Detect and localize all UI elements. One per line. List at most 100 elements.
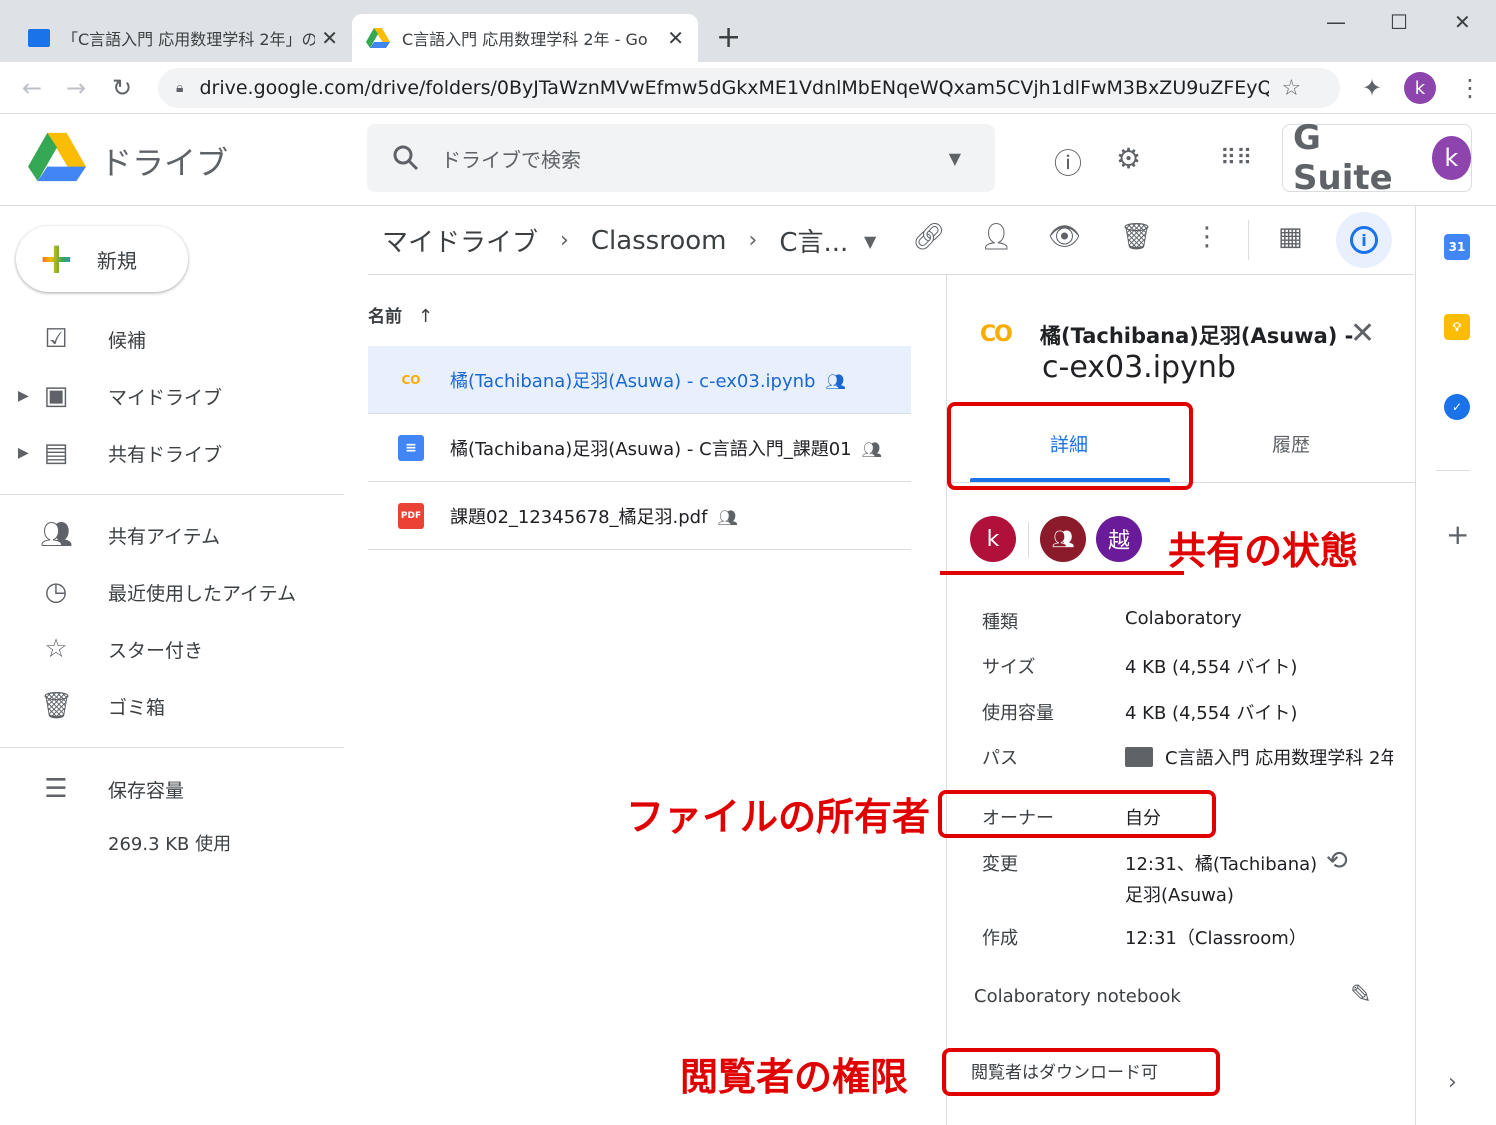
help-icon[interactable]: ⓘ <box>1054 142 1082 182</box>
sidebar-item-suggested[interactable]: ☑ 候補 <box>0 314 344 364</box>
url-field[interactable]: 🔒︎ drive.google.com/drive/folders/0ByJTa… <box>158 68 1340 108</box>
sidebar-divider <box>0 747 344 748</box>
star-icon: ☆ <box>44 634 68 664</box>
sidebar-item-label: 共有アイテム <box>108 525 221 548</box>
drive-header: ドライブ ドライブで検索 ▼ ⓘ ⚙ ⠿⠿ G Suite k <box>0 114 1496 206</box>
new-button[interactable]: + 新規 <box>16 226 188 292</box>
chevron-right-icon[interactable]: › <box>1448 1070 1457 1095</box>
sidebar-item-storage[interactable]: ☰ 保存容量 <box>0 764 344 814</box>
back-icon[interactable]: ← <box>22 74 42 102</box>
close-tab-icon[interactable]: ✕ <box>667 26 684 50</box>
new-button-label: 新規 <box>96 248 137 273</box>
column-header-label: 名前 <box>368 307 402 327</box>
history-icon[interactable]: ⟲ <box>1326 846 1348 876</box>
my-drive-icon: ▣ <box>43 381 69 411</box>
sidebar-item-recent[interactable]: ◷ 最近使用したアイテム <box>0 567 344 617</box>
drive-logo-icon[interactable] <box>28 132 86 182</box>
shared-people-icon: 👥︎ <box>825 371 846 391</box>
sort-up-arrow-icon[interactable]: ↑ <box>418 306 433 327</box>
profile-avatar[interactable]: k <box>1404 72 1436 104</box>
breadcrumb-item[interactable]: Classroom <box>591 226 727 256</box>
new-tab-button[interactable]: + <box>716 20 741 55</box>
avatar-divider <box>1028 522 1029 558</box>
keep-icon[interactable]: 💡︎ <box>1444 314 1470 340</box>
breadcrumb-item[interactable]: C言... <box>779 222 848 259</box>
file-name: 橘(Tachibana)足羽(Asuwa) - C言語入門_課題01 👥︎ <box>450 435 882 461</box>
sidebar-item-label: スター付き <box>108 639 204 662</box>
colab-logo-icon: CO <box>980 322 1013 347</box>
column-header-name[interactable]: 名前 ↑ <box>368 302 433 327</box>
share-avatar-user[interactable]: 越 <box>1096 516 1142 562</box>
link-icon[interactable]: 🔗︎ <box>912 222 945 252</box>
file-row[interactable]: CO 橘(Tachibana)足羽(Asuwa) - c-ex03.ipynb 👥… <box>368 346 911 414</box>
file-row[interactable]: PDF 課題02_12345678_橘足羽.pdf 👥︎ <box>368 482 911 550</box>
add-addon-icon[interactable]: + <box>1446 518 1469 551</box>
side-panel-rail <box>1415 206 1496 1125</box>
expand-arrow-icon[interactable]: ▶ <box>18 445 29 461</box>
maximize-icon[interactable]: ☐ <box>1390 10 1408 34</box>
apps-grid-icon[interactable]: ⠿⠿ <box>1220 146 1252 171</box>
bookmark-star-icon[interactable]: ☆ <box>1281 76 1301 101</box>
grid-view-icon[interactable]: ▦ <box>1278 222 1303 252</box>
file-name-text: 橘(Tachibana)足羽(Asuwa) - c-ex03.ipynb <box>450 370 816 392</box>
window-close-icon[interactable]: ✕ <box>1454 10 1471 34</box>
share-avatar-group-icon[interactable]: 👥︎ <box>1040 516 1086 562</box>
chevron-right-icon: › <box>748 228 758 253</box>
browser-tab-drive[interactable]: C言語入門 応用数理学科 2年 - Go ✕ <box>352 14 698 62</box>
gear-icon[interactable]: ⚙ <box>1116 142 1141 175</box>
sidebar-item-label: マイドライブ <box>108 386 223 409</box>
sidebar-item-shared-drives[interactable]: ▶ ▤ 共有ドライブ <box>0 428 344 478</box>
file-name: 課題02_12345678_橘足羽.pdf 👥︎ <box>450 503 738 529</box>
reload-icon[interactable]: ↻ <box>112 74 132 102</box>
detail-value: 12:31、橘(Tachibana) <box>1125 854 1318 875</box>
drive-logo-icon <box>366 28 390 48</box>
file-row[interactable]: ≡ 橘(Tachibana)足羽(Asuwa) - C言語入門_課題01 👥︎ <box>368 414 911 482</box>
classroom-icon <box>28 29 50 47</box>
account-switcher[interactable]: G Suite k <box>1282 118 1472 198</box>
share-avatar-user[interactable]: k <box>970 516 1016 562</box>
details-toggle-button[interactable]: i <box>1336 212 1392 268</box>
toolbar-divider <box>1248 220 1249 260</box>
search-input[interactable]: ドライブで検索 ▼ <box>367 124 995 192</box>
sidebar-item-my-drive[interactable]: ▶ ▣ マイドライブ <box>0 371 344 421</box>
tab-activity[interactable]: 履歴 <box>1272 430 1310 457</box>
storage-usage-text: 269.3 KB 使用 <box>108 834 232 855</box>
folder-menu-caret-icon[interactable]: ▼ <box>864 232 876 251</box>
minimize-icon[interactable]: — <box>1326 10 1346 34</box>
sidebar-item-label: 共有ドライブ <box>108 443 223 466</box>
edit-pencil-icon[interactable]: ✎ <box>1350 980 1372 1010</box>
trash-icon[interactable]: 🗑︎ <box>1120 222 1153 252</box>
tab-title: C言語入門 応用数理学科 2年 - Go <box>402 30 648 49</box>
details-title-line2: c-ex03.ipynb <box>1042 350 1236 385</box>
sidebar-item-shared-with-me[interactable]: 👥︎ 共有アイテム <box>0 510 344 560</box>
account-avatar: k <box>1431 136 1471 180</box>
sidebar-item-trash[interactable]: 🗑︎ ゴミ箱 <box>0 681 344 731</box>
browser-menu-icon[interactable]: ⋮ <box>1458 74 1482 102</box>
path-text: C言語入門 応用数理学科 2年 <box>1165 748 1393 769</box>
search-options-icon[interactable]: ▼ <box>949 149 961 168</box>
close-tab-icon[interactable]: ✕ <box>321 26 338 50</box>
extensions-icon[interactable]: ✦ <box>1362 74 1382 102</box>
expand-arrow-icon[interactable]: ▶ <box>18 388 29 404</box>
sidebar-item-starred[interactable]: ☆ スター付き <box>0 624 344 674</box>
annotation-box-owner <box>938 790 1216 838</box>
tab-title: 「C言語入門 応用数理学科 2年」の <box>62 30 316 49</box>
docs-file-icon: ≡ <box>398 434 424 461</box>
path-link[interactable]: C言語入門 応用数理学科 2年 <box>1125 744 1393 770</box>
detail-key: 変更 <box>982 854 1018 875</box>
search-icon[interactable] <box>393 145 419 171</box>
more-vert-icon[interactable]: ⋮ <box>1194 222 1220 252</box>
preview-eye-icon[interactable]: 👁︎ <box>1048 222 1081 252</box>
clock-icon: ◷ <box>44 577 68 607</box>
breadcrumb: マイドライブ › Classroom › C言... <box>382 222 848 259</box>
tasks-icon[interactable]: ✓ <box>1444 394 1470 420</box>
detail-value: 4 KB (4,554 バイト) <box>1125 703 1298 724</box>
browser-tab-classroom[interactable]: 「C言語入門 応用数理学科 2年」の ✕ <box>14 14 352 62</box>
calendar-icon[interactable]: 31 <box>1444 234 1470 260</box>
close-icon[interactable]: ✕ <box>1350 316 1375 351</box>
forward-icon[interactable]: → <box>66 74 86 102</box>
detail-key: 作成 <box>982 928 1018 949</box>
annotation-underline-sharing <box>940 571 1184 575</box>
breadcrumb-item[interactable]: マイドライブ <box>382 222 538 259</box>
add-person-icon[interactable]: 👤︎ <box>980 222 1013 252</box>
